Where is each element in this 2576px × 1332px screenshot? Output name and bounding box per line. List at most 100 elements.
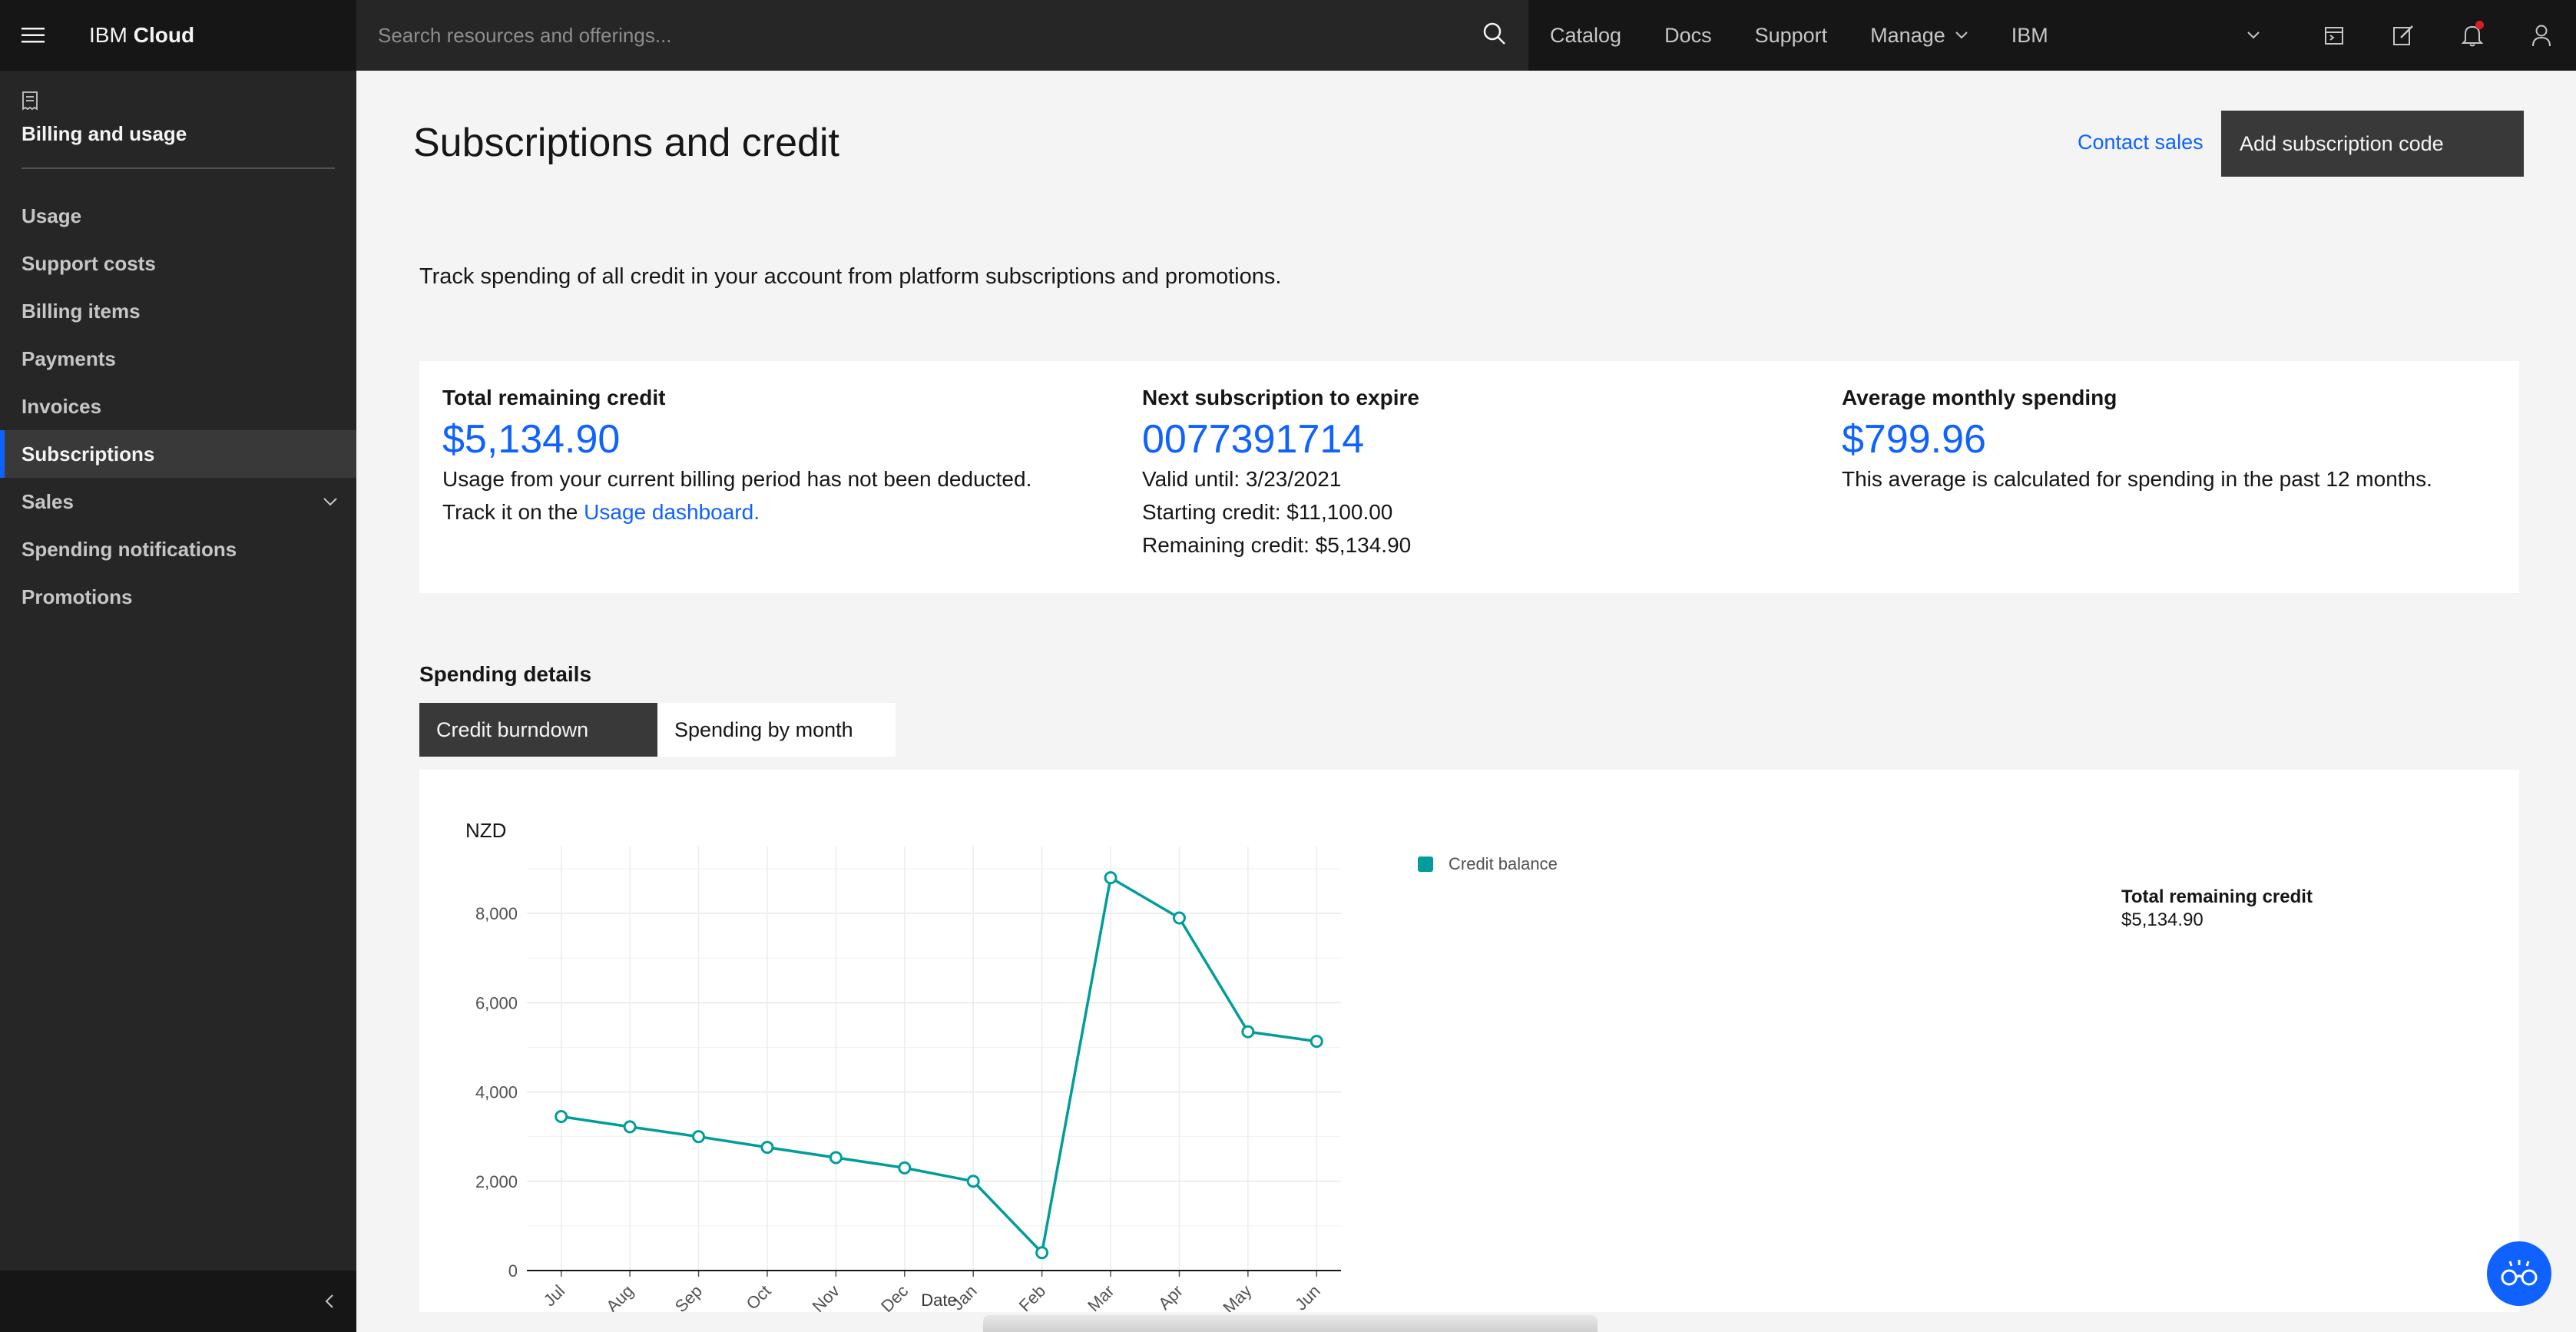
brand-logo[interactable]: IBM Cloud [66, 0, 356, 71]
profile-button[interactable] [2507, 0, 2576, 71]
data-point [966, 1175, 980, 1188]
nav-manage-label: Manage [1870, 23, 1945, 47]
tile-average-monthly-spending: Average monthly spending $799.96 This av… [1842, 361, 2432, 495]
data-point [692, 1130, 706, 1144]
sidebar-item-payments[interactable]: Payments [0, 335, 356, 383]
sidebar-nav: Usage Support costs Billing items Paymen… [0, 192, 356, 621]
sidebar-item-billing-items[interactable]: Billing items [0, 287, 356, 335]
edit-button[interactable] [2369, 0, 2438, 71]
tile-note-prefix: Track it on the [442, 500, 584, 524]
usage-dashboard-link[interactable]: Usage dashboard. [584, 500, 760, 524]
sidebar-item-spending-notifications[interactable]: Spending notifications [0, 525, 356, 573]
contact-sales-link[interactable]: Contact sales [2078, 131, 2204, 154]
nav-docs[interactable]: Docs [1643, 0, 1733, 71]
chart-legend: Credit balance [1418, 854, 1558, 874]
page-description: Track spending of all credit in your acc… [419, 264, 1282, 289]
sidebar-item-usage[interactable]: Usage [0, 192, 356, 240]
tile-label: Next subscription to expire [1142, 386, 1419, 409]
spending-tabs: Credit burndown Spending by month [419, 703, 896, 757]
data-point [760, 1141, 774, 1155]
receipt-icon [22, 91, 38, 111]
data-point [829, 1151, 843, 1165]
tile-note: Usage from your current billing period h… [442, 467, 1032, 491]
x-tick-label: Oct [743, 1281, 775, 1312]
y-tick-label: 8,000 [475, 904, 518, 923]
credit-burndown-panel: NZD 0 2,000 4,000 6,000 8,000 Jul Aug Sep Oct Nov D… [419, 770, 2519, 1312]
sidebar-item-invoices[interactable]: Invoices [0, 383, 356, 430]
sidebar-item-label: Invoices [22, 394, 102, 418]
sidebar-title: Billing and usage [22, 122, 187, 145]
tile-note-link-line: Track it on the Usage dashboard. [442, 495, 1031, 528]
sidebar-item-promotions[interactable]: Promotions [0, 573, 356, 621]
nav-support[interactable]: Support [1733, 0, 1849, 71]
sidebar-item-subscriptions[interactable]: Subscriptions [0, 430, 356, 478]
y-axis-label: NZD [465, 819, 506, 842]
chevron-down-icon [2247, 31, 2260, 39]
tile-note: This average is calculated for spending … [1842, 467, 2432, 491]
data-point [1172, 911, 1186, 925]
search-icon[interactable] [1482, 22, 1507, 50]
brand-prefix: IBM [89, 23, 127, 47]
x-tick-label: Aug [602, 1281, 637, 1312]
x-tick-label: Dec [877, 1281, 912, 1312]
series-line-credit-balance [561, 876, 1317, 1254]
bottom-panel-edge [983, 1315, 1598, 1332]
main-content: Subscriptions and credit Contact sales A… [356, 71, 2576, 1332]
nav-catalog[interactable]: Catalog [1528, 0, 1643, 71]
menu-icon [22, 28, 45, 43]
search-bar [356, 0, 1528, 71]
tile-value: $5,134.90 [442, 417, 621, 462]
data-point [1035, 1246, 1049, 1260]
search-input[interactable] [378, 23, 1438, 48]
chevron-down-icon [323, 498, 337, 506]
legend-swatch [1418, 857, 1433, 872]
header-actions [2300, 0, 2576, 71]
tile-label: Total remaining credit [442, 386, 666, 409]
tile-total-remaining-credit: Total remaining credit $5,134.90 Usage f… [442, 361, 1031, 528]
top-header: IBM Cloud Catalog Docs Support Manage IB… [0, 0, 2576, 71]
sidebar-item-sales[interactable]: Sales [0, 478, 356, 525]
notifications-button[interactable] [2438, 0, 2507, 71]
x-tick-label: May [1219, 1281, 1255, 1312]
chevron-left-icon [325, 1294, 333, 1308]
page-title: Subscriptions and credit [413, 121, 839, 165]
x-tick-label: Nov [809, 1281, 843, 1312]
tile-next-subscription: Next subscription to expire 0077391714 V… [1142, 361, 1419, 562]
sidebar-item-label: Promotions [22, 585, 133, 608]
watson-help-icon [2501, 1260, 2538, 1286]
x-axis-label: Date [921, 1291, 956, 1310]
top-nav: Catalog Docs Support Manage [1528, 0, 1990, 71]
help-assistant-button[interactable] [2487, 1241, 2551, 1306]
sidebar-item-label: Usage [22, 204, 82, 227]
add-subscription-code-button[interactable]: Add subscription code [2221, 111, 2524, 177]
menu-button[interactable] [0, 0, 66, 71]
sidebar-item-label: Billing items [22, 299, 141, 323]
x-tick-label: Sep [671, 1281, 706, 1312]
y-tick-label: 0 [508, 1261, 518, 1281]
legend-label[interactable]: Credit balance [1449, 854, 1558, 874]
nav-manage[interactable]: Manage [1849, 0, 1990, 71]
cost-estimator-button[interactable] [2300, 0, 2369, 71]
edit-icon [2393, 25, 2413, 45]
chart-summary-value: $5,134.90 [2121, 910, 2204, 930]
tab-credit-burndown[interactable]: Credit burndown [419, 703, 657, 757]
account-switcher[interactable]: IBM [1990, 0, 2282, 71]
data-point [1241, 1025, 1255, 1039]
sidebar-item-label: Payments [22, 346, 116, 370]
sidebar-collapse-button[interactable] [0, 1271, 356, 1332]
starting-credit: Starting credit: $11,100.00 [1142, 500, 1393, 524]
remaining-credit: Remaining credit: $5,134.90 [1142, 533, 1412, 557]
data-point [555, 1110, 568, 1124]
credit-burndown-chart: NZD 0 2,000 4,000 6,000 8,000 Jul Aug Sep Oct Nov D… [465, 819, 1341, 1312]
x-tick-label: Jul [540, 1281, 569, 1310]
calendar-icon [2325, 27, 2343, 45]
y-tick-label: 2,000 [475, 1172, 518, 1191]
user-icon [2532, 25, 2551, 47]
sidebar: Billing and usage Usage Support costs Bi… [0, 71, 356, 1332]
y-tick-label: 4,000 [475, 1083, 518, 1102]
subscription-id: 0077391714 [1142, 417, 1365, 462]
sidebar-item-support-costs[interactable]: Support costs [0, 240, 356, 287]
sidebar-item-label: Support costs [22, 251, 156, 275]
tab-spending-by-month[interactable]: Spending by month [657, 703, 896, 757]
y-tick-label: 6,000 [475, 993, 518, 1012]
